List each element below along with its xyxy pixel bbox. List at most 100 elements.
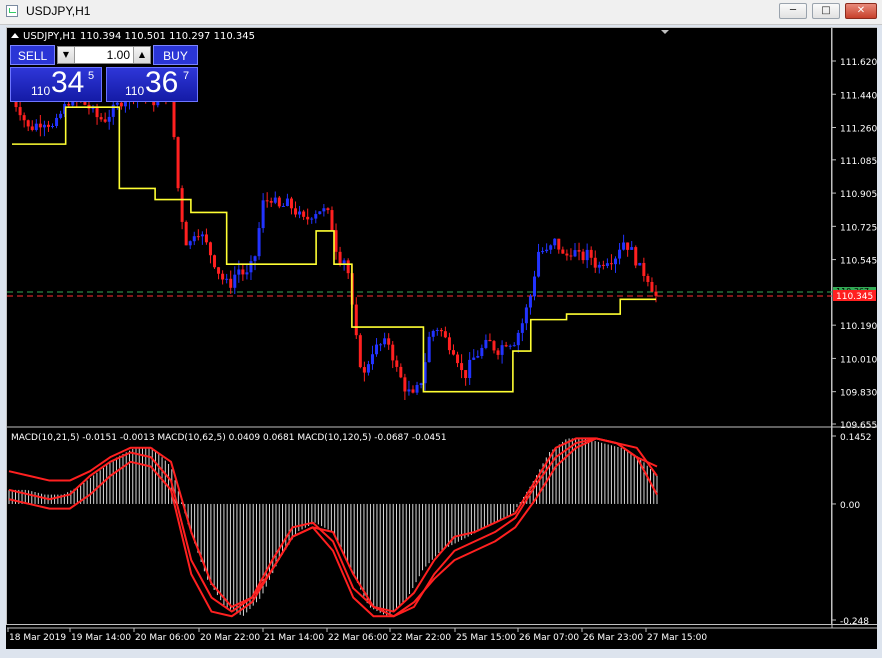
price-tick-label: 110.010 (840, 355, 877, 365)
candle-body (613, 258, 617, 265)
chart-ohlc-label: 110.394 110.501 110.297 110.345 (80, 31, 255, 42)
price-tick-label: 111.260 (840, 125, 877, 135)
candle-body (26, 120, 30, 127)
candle-body (565, 253, 569, 256)
candle-body (468, 359, 472, 379)
candle-body (273, 197, 277, 203)
sell-price-button[interactable]: 110 34 5 (10, 66, 102, 102)
candle-body (269, 201, 273, 203)
candle-body (294, 208, 298, 215)
candle-body (537, 251, 541, 277)
candle-body (277, 197, 281, 207)
candle-body (176, 137, 180, 189)
price-tick-label: 110.905 (840, 190, 877, 200)
candle-body (346, 260, 350, 274)
chart-symbol-label: USDJPY,H1 (23, 31, 76, 42)
mt4-chart-window: USDJPY,H1 ─ □ ✕ USDJPY,H1 110.394 110.50… (0, 0, 882, 658)
buy-price-button[interactable]: 110 36 7 (106, 66, 198, 102)
candle-body (225, 278, 229, 280)
lot-decrease-icon[interactable]: ▼ (58, 47, 75, 63)
candle-body (622, 242, 626, 250)
candle-body (484, 339, 488, 348)
time-tick-label: 20 Mar 06:00 (135, 633, 195, 643)
candle-body (362, 367, 366, 373)
candle-body (249, 261, 253, 273)
candle-body (634, 247, 638, 266)
candle-body (338, 251, 342, 264)
candle-body (476, 355, 480, 358)
candle-body (51, 125, 55, 127)
candle-body (528, 296, 532, 308)
candle-body (188, 241, 192, 246)
candle-body (265, 200, 269, 202)
lot-size-stepper[interactable]: ▼ 1.00 ▲ (57, 46, 151, 64)
candle-body (427, 336, 431, 363)
candle-body (354, 304, 358, 336)
buy-price-main: 36 (145, 66, 179, 99)
candle-body (318, 211, 322, 215)
sell-price-main: 34 (51, 66, 85, 99)
price-tick-label: 111.085 (840, 157, 877, 167)
buy-price-fraction: 7 (183, 70, 190, 82)
buy-button[interactable]: BUY (153, 45, 198, 65)
price-tick-label: 109.830 (840, 389, 877, 399)
candle-body (298, 211, 302, 215)
candle-body (229, 278, 233, 288)
price-tick-label: 109.655 (840, 421, 877, 431)
candle-body (99, 117, 103, 120)
candle-body (460, 363, 464, 371)
candle-body (184, 221, 188, 246)
candle-body (419, 383, 423, 386)
candle-body (403, 377, 407, 392)
candle-body (358, 335, 362, 368)
time-tick-label: 26 Mar 23:00 (583, 633, 643, 643)
candle-body (524, 307, 528, 324)
candle-body (192, 236, 196, 242)
candle-body (334, 230, 338, 252)
candle-body (213, 255, 217, 268)
time-tick-label: 22 Mar 06:00 (328, 633, 388, 643)
candle-body (241, 269, 245, 275)
candle-body (310, 218, 314, 220)
candle-body (370, 354, 374, 365)
candle-body (366, 364, 370, 373)
candle-body (601, 264, 605, 266)
candle-body (609, 263, 613, 265)
price-tick-label: 110.190 (840, 322, 877, 332)
candle-body (395, 360, 399, 367)
candle-body (237, 269, 241, 275)
candle-body (597, 264, 601, 268)
candle-body (387, 338, 391, 345)
one-click-trading-panel: SELL ▼ 1.00 ▲ BUY 110 34 5 110 36 7 (10, 45, 198, 102)
candle-body (391, 344, 395, 361)
candle-body (285, 198, 289, 207)
candle-body (500, 345, 504, 355)
time-tick-label: 22 Mar 22:00 (391, 633, 451, 643)
candle-body (626, 242, 630, 250)
macd-tick-label: 0.1452 (840, 433, 872, 443)
candle-body (642, 262, 646, 276)
candle-body (379, 344, 383, 346)
candle-body (22, 115, 26, 121)
lot-increase-icon[interactable]: ▲ (133, 47, 150, 63)
candle-body (593, 257, 597, 268)
price-tick-label: 111.620 (840, 58, 877, 68)
candle-body (464, 370, 468, 379)
candle-body (488, 339, 492, 342)
candle-body (650, 281, 654, 292)
candle-body (557, 238, 561, 250)
candle-body (439, 329, 443, 332)
time-tick-label: 18 Mar 2019 (9, 633, 66, 643)
time-tick-label: 19 Mar 14:00 (71, 633, 131, 643)
candle-body (314, 214, 318, 219)
candle-body (618, 249, 622, 259)
candle-body (233, 274, 237, 288)
sell-button[interactable]: SELL (10, 45, 55, 65)
lot-size-input[interactable]: 1.00 (76, 48, 130, 62)
candle-body (322, 208, 326, 212)
time-tick-label: 25 Mar 15:00 (456, 633, 516, 643)
time-tick-label: 27 Mar 15:00 (647, 633, 707, 643)
candle-body (200, 234, 204, 237)
candle-body (375, 344, 379, 355)
candle-body (326, 208, 330, 211)
